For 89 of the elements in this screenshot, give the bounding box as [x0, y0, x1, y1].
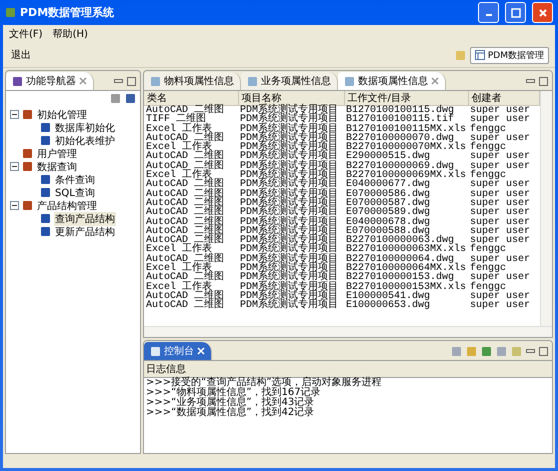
table-cell: fenggc: [468, 171, 540, 180]
table-cell-text: super user: [469, 134, 532, 144]
table-cell: B1270100100115.tif: [344, 115, 468, 125]
table-cell-text: super user: [469, 218, 532, 227]
table-cell-text: super user: [469, 162, 532, 172]
console-tab[interactable]: 控制台: [144, 342, 212, 360]
maximize-icon[interactable]: [539, 76, 548, 86]
table-cell-text: E040000678.dwg: [345, 218, 432, 227]
table-cell-text: super user: [469, 180, 532, 190]
tree-item[interactable]: 产品结构管理: [36, 198, 98, 212]
table-cell-text: E070000587.dwg: [345, 198, 432, 208]
table-cell-text: fenggc: [469, 245, 508, 255]
close-icon[interactable]: [431, 77, 439, 85]
table-cell-text: super user: [469, 152, 532, 162]
minimize-icon[interactable]: [114, 78, 123, 84]
column-header[interactable]: 创建者: [468, 91, 540, 106]
close-icon[interactable]: [79, 77, 87, 85]
minimize-icon[interactable]: [526, 78, 535, 84]
table-cell: E290000515.dwg: [344, 152, 468, 162]
tree-item[interactable]: SQL查询: [54, 186, 96, 200]
window-icon: [474, 50, 485, 60]
maximize-button[interactable]: [505, 2, 526, 23]
collapse-toggle[interactable]: [10, 201, 19, 210]
table-cell-text: E100000541.dwg: [345, 292, 432, 302]
maximize-icon[interactable]: [539, 346, 548, 356]
table-cell-text: E040000677.dwg: [345, 180, 432, 190]
log-line: >>>“业务项属性信息”，找到43记录: [146, 398, 316, 408]
table-cell-text: B1270100100115MX.xls: [345, 124, 468, 134]
exit-button[interactable]: 退出: [9, 48, 33, 62]
table-cell-text: AutoCAD 二维图: [145, 218, 226, 227]
maximize-icon[interactable]: [127, 76, 136, 86]
table-cell-text: super user: [469, 190, 532, 199]
table-cell-text: super user: [469, 254, 532, 264]
table-cell-text: PDM系统测试专用项目: [239, 301, 340, 311]
tree-item[interactable]: 初始化管理: [36, 108, 88, 122]
collapse-toggle[interactable]: [10, 110, 19, 119]
table-cell: B2270100000153.dwg: [344, 273, 468, 283]
tree-item[interactable]: 更新产品结构: [54, 224, 116, 238]
table-cell-text: super user: [469, 236, 532, 246]
table-cell-text: PDM系统测试专用项目: [239, 282, 340, 292]
table-cell-text: PDM系统测试专用项目: [239, 124, 340, 134]
tree-item[interactable]: 数据查询: [36, 160, 78, 174]
table-cell-text: PDM系统测试专用项目: [239, 190, 340, 199]
table-cell-text: super user: [469, 115, 532, 125]
table-cell-text: super user: [469, 301, 532, 311]
tree-item[interactable]: 数据库初始化: [54, 120, 116, 134]
table-cell-text: PDM系统测试专用项目: [239, 218, 340, 227]
table-cell-text: AutoCAD 二维图: [145, 190, 226, 199]
maximize-icon: [510, 8, 520, 18]
close-button[interactable]: [532, 2, 553, 23]
column-header[interactable]: 工作文件/目录: [344, 91, 468, 106]
window-title: PDM数据管理系统: [20, 5, 116, 20]
editor-tab[interactable]: 数据项属性信息: [338, 72, 446, 90]
minimize-button[interactable]: [478, 2, 499, 23]
perspective-button[interactable]: PDM数据管理: [470, 46, 549, 64]
minimize-icon[interactable]: [526, 348, 535, 354]
log-header: 日志信息: [144, 361, 552, 378]
table-cell: fenggc: [468, 143, 540, 152]
log-line: >>>接受的“查询产品结构”选项，启动对象服务进程: [146, 378, 382, 388]
editor-tab[interactable]: 物料项属性信息: [144, 72, 241, 90]
table-cell-text: super user: [469, 208, 532, 218]
table-cell: fenggc: [468, 264, 540, 274]
tree-item[interactable]: 条件查询: [54, 172, 96, 186]
table-cell-text: E100000653.dwg: [345, 301, 432, 311]
tree-item[interactable]: 查询产品结构: [54, 212, 116, 226]
table-cell-text: super user: [469, 273, 532, 283]
table-cell: super user: [468, 106, 540, 116]
table-cell-text: fenggc: [469, 124, 506, 134]
table-cell-text: super user: [469, 292, 532, 302]
editor-tab[interactable]: 业务项属性信息: [241, 72, 338, 90]
log-line: >>>“数据项属性信息”，找到42记录: [146, 408, 316, 418]
table-cell-text: E070000586.dwg: [345, 190, 432, 199]
tree-item[interactable]: 初始化表维护: [54, 134, 116, 148]
menu-item[interactable]: 文件(F): [9, 27, 43, 41]
table-cell-text: fenggc: [469, 282, 506, 292]
table-cell-text: AutoCAD 二维图: [145, 301, 226, 311]
collapse-toggle[interactable]: [10, 162, 19, 171]
table-cell-text: super user: [469, 226, 532, 236]
vertical-scrollbar[interactable]: [540, 91, 552, 326]
log-line: >>>“物料项属性信息”，找到167记录: [146, 388, 322, 398]
table-cell-text: super user: [469, 198, 532, 208]
close-icon: [538, 8, 548, 18]
table-cell: B1270100100115.dwg: [344, 106, 468, 116]
table-cell-text: B2270100000153MX.xls: [345, 282, 468, 292]
table-cell-text: E070000589.dwg: [345, 208, 432, 218]
horizontal-scrollbar[interactable]: [144, 326, 552, 337]
tree-item[interactable]: 用户管理: [36, 146, 78, 160]
table-cell-text: B2270100000063MX.xls: [345, 245, 468, 255]
menu-item[interactable]: 帮助(H): [52, 27, 88, 41]
